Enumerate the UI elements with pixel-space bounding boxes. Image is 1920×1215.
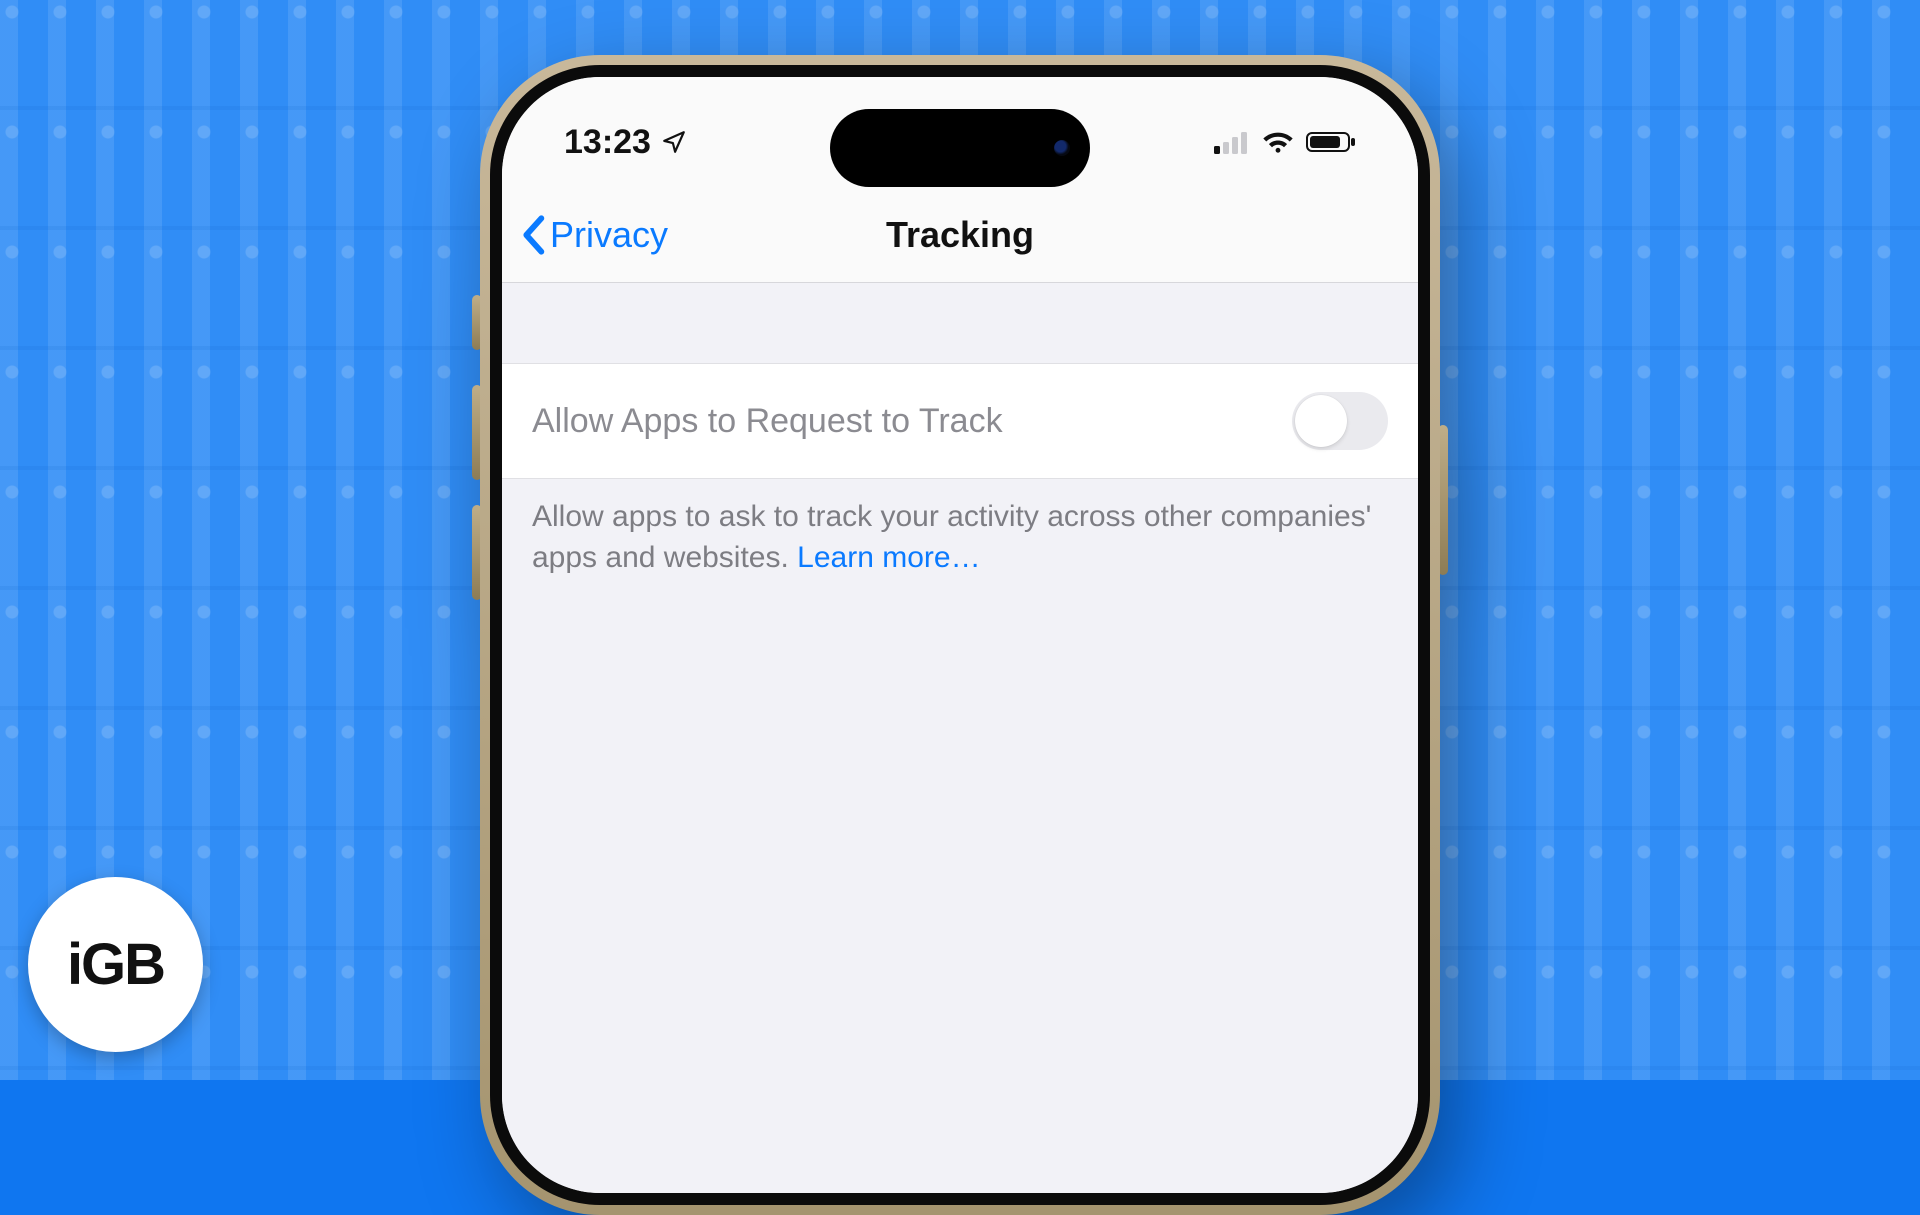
phone-screen: 13:23 xyxy=(502,77,1418,1193)
learn-more-link[interactable]: Learn more… xyxy=(797,541,980,574)
back-button-label: Privacy xyxy=(550,214,668,256)
status-time: 13:23 xyxy=(564,123,651,162)
cellular-signal-icon xyxy=(1214,130,1250,154)
allow-apps-to-track-label: Allow Apps to Request to Track xyxy=(532,402,1003,441)
page-title: Tracking xyxy=(886,214,1034,256)
allow-apps-to-track-toggle[interactable] xyxy=(1292,392,1388,450)
section-footer-text: Allow apps to ask to track your activity… xyxy=(502,479,1418,578)
back-button[interactable]: Privacy xyxy=(520,187,668,282)
wifi-icon xyxy=(1262,130,1294,154)
status-bar-left: 13:23 xyxy=(564,123,687,162)
iphone-device-frame: 13:23 xyxy=(480,55,1440,1215)
allow-apps-to-track-row[interactable]: Allow Apps to Request to Track xyxy=(502,363,1418,479)
front-camera-icon xyxy=(1054,140,1070,156)
phone-outer-shell: 13:23 xyxy=(480,55,1440,1215)
igb-logo-text: iGB xyxy=(67,931,164,998)
status-bar-right xyxy=(1214,130,1356,154)
section-spacer xyxy=(502,283,1418,363)
chevron-left-icon xyxy=(520,215,546,255)
battery-icon xyxy=(1306,130,1356,154)
settings-content[interactable]: Allow Apps to Request to Track Allow app… xyxy=(502,283,1418,1193)
navigation-bar: Privacy Tracking xyxy=(502,187,1418,283)
dynamic-island xyxy=(830,109,1090,187)
igb-logo-badge: iGB xyxy=(28,877,203,1052)
toggle-knob xyxy=(1295,395,1347,447)
location-arrow-icon xyxy=(661,129,687,155)
